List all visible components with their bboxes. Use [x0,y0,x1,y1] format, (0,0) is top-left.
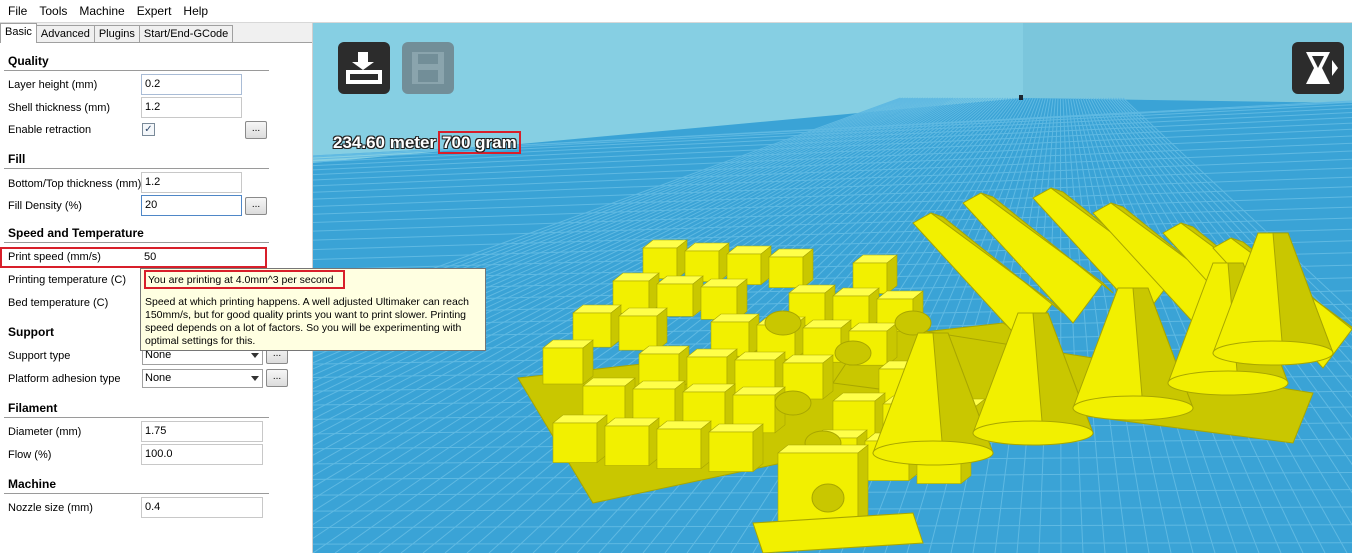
menu-machine[interactable]: Machine [73,1,130,21]
layer-height-label: Layer height (mm) [8,79,98,91]
print-speed-tooltip: You are printing at 4.0mm^3 per second S… [140,268,486,351]
model-hole [774,390,812,416]
load-model-button[interactable] [338,42,390,94]
model-block-front-side [857,444,869,524]
fill-settings-button[interactable]: ... [245,197,267,215]
model-block-front [708,431,754,472]
view-mode-button[interactable] [1292,42,1344,94]
tooltip-volume-rate: You are printing at 4.0mm^3 per second [144,270,345,289]
diameter-input[interactable]: 1.75 [141,421,263,442]
bottom-top-thickness-input[interactable]: 1.2 [141,172,242,193]
section-divider [4,417,269,418]
model-hole [811,483,845,513]
model-block-front [542,347,584,385]
print-stats: 234.60 meter 700 gram [333,131,521,154]
settings-tabs: Basic Advanced Plugins Start/End-GCode [0,23,312,43]
menu-file[interactable]: File [2,1,33,21]
enable-retraction-checkbox[interactable]: ✓ [142,123,155,136]
model-cone-base [1072,395,1194,421]
model-block-front [768,256,804,288]
section-divider [4,493,269,494]
tab-advanced[interactable]: Advanced [35,25,95,42]
save-gcode-icon [412,52,444,84]
platform-adhesion-select[interactable]: None [142,369,263,388]
model-hole [894,310,932,336]
bottom-top-thickness-label: Bottom/Top thickness (mm) [8,178,142,190]
model-cone-base [1167,370,1289,396]
print-speed-label: Print speed (mm/s) [8,251,101,263]
layer-height-input[interactable]: 0.2 [141,74,242,95]
model-cone-base [1212,340,1334,366]
retraction-settings-button[interactable]: ... [245,121,267,139]
section-divider [4,168,269,169]
printing-temperature-label: Printing temperature (C) [8,274,126,286]
tab-basic[interactable]: Basic [0,23,37,43]
model-hole [764,310,802,336]
save-gcode-button[interactable] [402,42,454,94]
section-quality-title: Quality [8,54,49,68]
view-mode-icon [1306,52,1338,84]
flow-input[interactable]: 100.0 [141,444,263,465]
nozzle-marker [1019,95,1023,100]
model-block-side [822,354,834,400]
model-block-front [618,315,658,351]
section-divider [4,242,269,243]
nozzle-size-label: Nozzle size (mm) [8,502,93,514]
fill-density-label: Fill Density (%) [8,200,82,212]
shell-thickness-input[interactable]: 1.2 [141,97,242,118]
section-filament-title: Filament [8,401,58,415]
model-block-front [552,422,598,463]
support-type-label: Support type [8,350,71,362]
menu-bar: File Tools Machine Expert Help [0,0,1352,23]
model-block-side [752,423,764,473]
section-speed-title: Speed and Temperature [8,226,144,240]
enable-retraction-label: Enable retraction [8,124,92,136]
model-block-side [582,339,594,385]
section-support-title: Support [8,325,54,339]
shell-thickness-label: Shell thickness (mm) [8,102,111,114]
flow-label: Flow (%) [8,449,52,461]
model-block-front-top [777,444,869,454]
model-cone-base [872,440,994,466]
model-hole [834,340,872,366]
tab-start-end-gcode[interactable]: Start/End-GCode [138,25,234,42]
fill-density-input[interactable]: 20 [141,195,242,216]
menu-help[interactable]: Help [177,1,214,21]
tab-plugins[interactable]: Plugins [93,25,140,42]
platform-adhesion-label: Platform adhesion type [8,373,121,385]
section-machine-title: Machine [8,477,57,491]
section-divider [4,70,269,71]
grid-line [1060,97,1062,553]
menu-tools[interactable]: Tools [33,1,73,21]
adhesion-settings-button[interactable]: ... [266,369,288,387]
print-speed-input[interactable]: 50 [144,251,156,263]
model-cone-base [972,420,1094,446]
nozzle-size-input[interactable]: 0.4 [141,497,263,518]
bed-temperature-label: Bed temperature (C) [8,297,109,309]
filament-weight-text: 700 gram [438,131,521,154]
load-model-icon [346,52,382,84]
model-block-front [604,425,650,466]
filament-length-text: 234.60 meter [333,133,437,152]
model-block-front [656,428,702,469]
menu-expert[interactable]: Expert [131,1,178,21]
section-fill-title: Fill [8,152,26,166]
diameter-label: Diameter (mm) [8,426,82,438]
tooltip-description: Speed at which printing happens. A well … [145,296,469,347]
